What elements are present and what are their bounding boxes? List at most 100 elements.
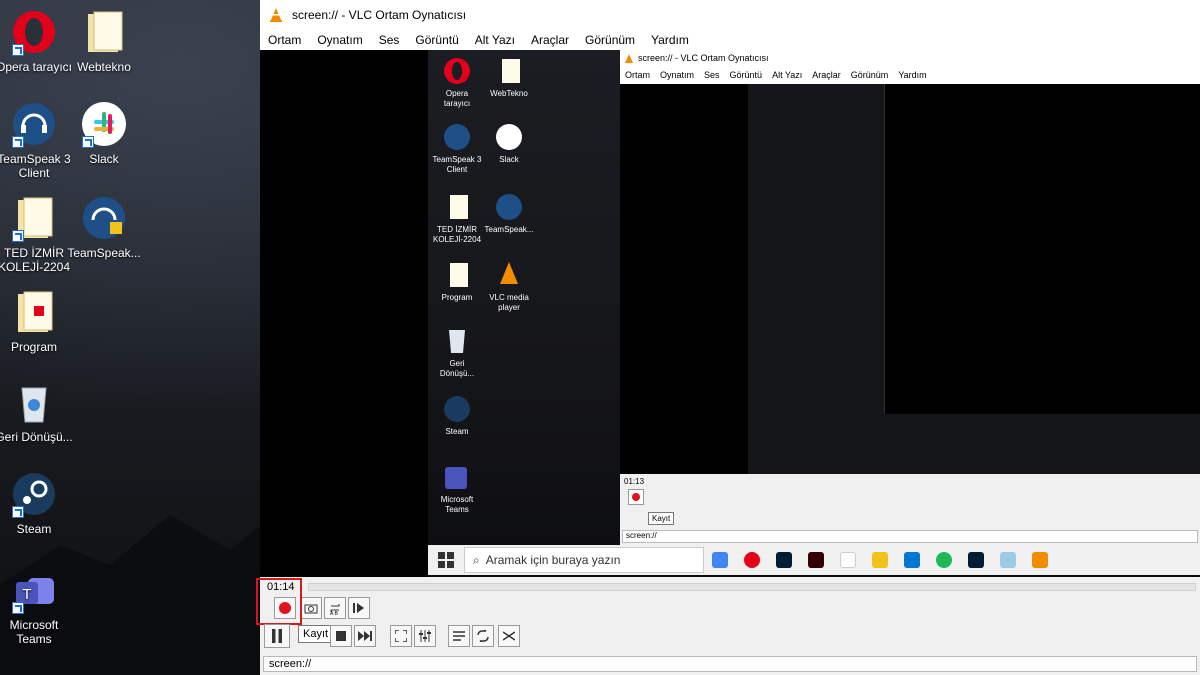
equalizer-icon [419,630,431,642]
desktop-label: TED İZMİR KOLEJİ-2204 [0,246,71,274]
nested-icon: TeamSpeak... [484,192,534,235]
nested-icon: WebTekno [484,56,534,99]
step-icon [353,603,364,613]
folder-icon [450,195,468,219]
extended-settings-button[interactable] [414,625,436,647]
nested-recursive-frame [748,84,1200,474]
nested-vlc-window: screen:// - VLC Ortam Oynatıcısı Ortam Oy… [620,50,1200,545]
mail-icon [904,552,920,568]
chrome-icon [712,552,728,568]
desktop-label: TeamSpeak 3 Client [0,152,71,180]
nested-icon: TED İZMİR KOLEJİ-2204 [432,192,482,245]
teamspeak-icon [444,124,470,150]
desktop-label: Slack [89,152,119,166]
desktop-label: Program [10,340,57,354]
playlist-button[interactable] [448,625,470,647]
loop-ab-button[interactable]: A B [324,597,346,619]
nested-taskbar: ⌕ Aramak için buraya yazın [428,545,1200,575]
illustrator-icon [808,552,824,568]
menu-alt-yazi[interactable]: Alt Yazı [467,33,523,47]
folder-icon [502,59,520,83]
frame-by-frame-button[interactable] [348,597,370,619]
nested-icon: Opera tarayıcı [432,56,482,109]
title-bar[interactable]: screen:// - VLC Ortam Oynatıcısı [260,0,1200,30]
camera-icon [304,604,318,614]
opera-icon [744,552,760,568]
file-explorer-icon [872,552,888,568]
nested-controls: 01:13 Kayıt screen:// [620,474,1200,545]
playlist-icon [453,631,465,641]
desktop-label: TeamSpeak... [67,246,141,260]
desktop-label: Webtekno [77,60,131,74]
svg-text:A B: A B [330,611,338,615]
slack-icon [840,552,856,568]
recycle-bin-icon [21,387,47,423]
photoshop-icon [968,552,984,568]
menu-oynatim[interactable]: Oynatım [309,33,370,47]
menu-gorunum[interactable]: Görünüm [577,33,643,47]
menu-araclar[interactable]: Araçlar [523,33,577,47]
desktop-label: Steam [16,522,52,536]
desktop-icon-program[interactable]: Program [0,288,74,354]
menu-bar: Ortam Oynatım Ses Görüntü Alt Yazı Araçl… [260,30,1200,50]
desktop-icon-ted-izmir[interactable]: TED İZMİR KOLEJİ-2204 [0,194,74,274]
nested-title: screen:// - VLC Ortam Oynatıcısı [638,53,769,63]
menu-ortam[interactable]: Ortam [260,33,309,47]
pause-button[interactable] [264,624,290,648]
record-highlight-box [256,578,302,625]
loop-button[interactable] [472,625,494,647]
snapshot-button[interactable] [300,597,322,619]
vlc-window[interactable]: screen:// - VLC Ortam Oynatıcısı Ortam O… [256,0,1200,675]
vlc-cone-icon [270,8,282,22]
desktop-icon-teams[interactable]: T Microsoft Teams [0,566,74,646]
desktop-icon-steam[interactable]: Steam [0,470,74,536]
fullscreen-button[interactable] [390,625,412,647]
player-controls: 01:14 A B Kayıt screen:// [256,577,1200,675]
menu-yardim[interactable]: Yardım [643,33,697,47]
desktop-icon-recycle-bin[interactable]: Geri Dönüşü... [0,378,74,444]
nested-icon: TeamSpeak 3 Client [432,122,482,175]
nested-icon: Slack [484,122,534,165]
shuffle-button[interactable] [498,625,520,647]
desktop-label: Geri Dönüşü... [0,430,73,444]
captured-screen: Opera tarayıcı WebTekno TeamSpeak 3 Clie… [428,50,1200,577]
stop-icon [336,631,346,641]
nested-icon: Geri Dönüşü... [432,326,482,379]
nested-icon: Microsoft Teams [432,462,482,515]
desktop-icon-slack[interactable]: Slack [64,100,144,166]
next-button[interactable] [354,625,376,647]
desktop-label: Opera tarayıcı [0,60,73,74]
loop-icon [477,630,489,642]
nested-icon: Program [432,260,482,303]
search-icon: ⌕ [473,552,480,567]
teamspeak-icon [83,197,125,239]
menu-goruntu[interactable]: Görüntü [407,33,466,47]
video-area[interactable]: Opera tarayıcı WebTekno TeamSpeak 3 Clie… [260,50,1200,577]
vlc-cone-icon [1032,552,1048,568]
recycle-bin-icon [449,330,465,353]
window-title: screen:// - VLC Ortam Oynatıcısı [292,8,467,22]
vlc-cone-icon [500,262,518,284]
desktop-icon-webtekno[interactable]: Webtekno [64,8,144,74]
photoshop-icon [776,552,792,568]
windows-start-icon [438,552,454,568]
shuffle-icon [503,631,515,641]
status-bar: screen:// [263,656,1197,672]
desktop-label: Microsoft Teams [9,618,59,646]
next-icon [358,631,372,641]
fullscreen-icon [395,630,407,642]
seek-bar[interactable] [308,583,1196,591]
desktop-icon-teamspeak[interactable]: TeamSpeak 3 Client [0,100,74,180]
svg-text:T: T [22,586,31,603]
folder-icon [18,291,53,332]
steam-icon [444,396,470,422]
nested-search-box: ⌕ Aramak için buraya yazın [464,547,704,573]
record-tooltip: Kayıt [298,625,334,643]
vlc-cone-icon [625,53,633,63]
desktop-icon-teamspeak-2[interactable]: TeamSpeak... [64,194,144,260]
nested-menu: Ortam Oynatım Ses Görüntü Alt Yazı Araçlar Gör… [620,67,1200,84]
loop-ab-icon: A B [330,604,340,615]
desktop-icon-opera[interactable]: Opera tarayıcı [0,8,74,74]
stop-button[interactable] [330,625,352,647]
menu-ses[interactable]: Ses [371,33,408,47]
